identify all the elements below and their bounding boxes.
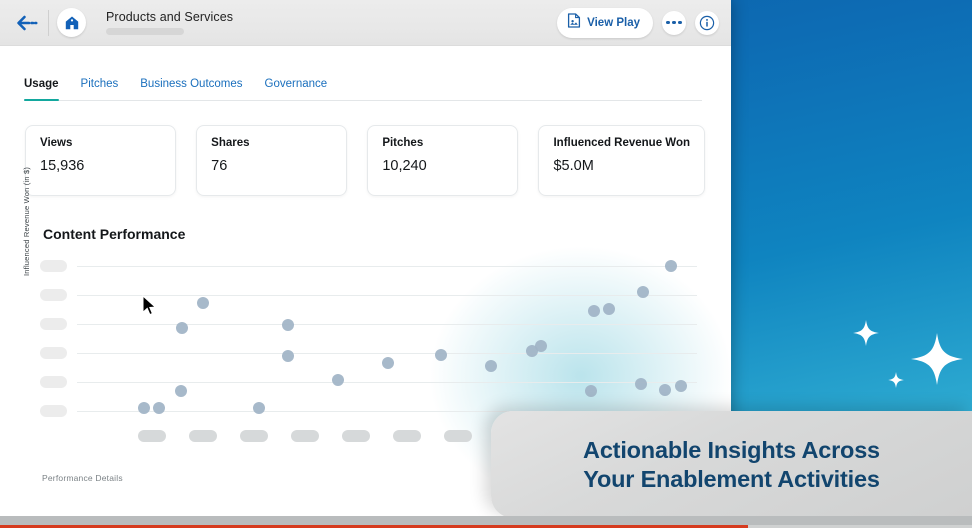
kpi-value: 76 <box>211 158 228 174</box>
y-tick-placeholder <box>40 405 67 417</box>
x-tick-placeholder <box>291 430 319 442</box>
view-play-label: View Play <box>587 16 640 29</box>
toolbar-divider <box>48 9 49 36</box>
mouse-cursor-icon <box>142 294 158 322</box>
x-tick-placeholder <box>444 430 472 442</box>
tab-pitches[interactable]: Pitches <box>81 78 119 95</box>
kpi-card-pitches[interactable]: Pitches 10,240 <box>367 125 519 196</box>
kpi-label: Influenced Revenue Won <box>553 137 690 149</box>
top-toolbar: Products and Services View Play <box>0 0 731 46</box>
scatter-point[interactable] <box>253 402 265 414</box>
scatter-point[interactable] <box>635 378 647 390</box>
sparkle-tiny-icon <box>888 372 904 388</box>
y-axis-label: Influenced Revenue Won (in $) <box>22 166 31 276</box>
kpi-label: Shares <box>211 137 250 149</box>
scatter-point[interactable] <box>435 349 447 361</box>
kpi-card-views[interactable]: Views 15,936 <box>25 125 177 196</box>
scatter-point[interactable] <box>637 286 649 298</box>
y-tick-placeholder <box>40 318 67 330</box>
sparkle-small-icon <box>853 320 879 346</box>
x-tick-placeholder <box>240 430 268 442</box>
performance-details-label: Performance Details <box>42 473 123 483</box>
scatter-point[interactable] <box>535 340 547 352</box>
toolbar-actions: View Play <box>557 7 719 38</box>
tab-usage[interactable]: Usage <box>24 78 59 101</box>
title-block: Products and Services <box>106 10 233 35</box>
view-play-button[interactable]: View Play <box>557 7 653 38</box>
x-tick-placeholder <box>393 430 421 442</box>
scatter-point[interactable] <box>332 374 344 386</box>
more-options-icon[interactable] <box>662 10 686 35</box>
scatter-point[interactable] <box>585 385 597 397</box>
tab-governance[interactable]: Governance <box>265 78 328 95</box>
x-tick-placeholder <box>342 430 370 442</box>
document-icon <box>567 12 581 33</box>
scatter-point[interactable] <box>175 385 187 397</box>
caption-overlay-card: Actionable Insights Across Your Enableme… <box>491 411 972 518</box>
gridline <box>77 295 697 296</box>
caption-text: Actionable Insights Across Your Enableme… <box>583 436 880 493</box>
title-skeleton-placeholder <box>106 28 184 35</box>
home-icon[interactable] <box>57 8 86 37</box>
scatter-point[interactable] <box>382 357 394 369</box>
sparkle-large-icon <box>911 333 963 385</box>
gridline <box>77 382 697 383</box>
gridline <box>77 266 697 267</box>
y-tick-placeholder <box>40 347 67 359</box>
kpi-card-row: Views 15,936 Shares 76 Pitches 10,240 In… <box>25 125 705 196</box>
kpi-value: $5.0M <box>553 158 594 174</box>
y-tick-placeholder <box>40 289 67 301</box>
caption-line-2: Your Enablement Activities <box>583 465 880 492</box>
x-tick-placeholder <box>138 430 166 442</box>
info-icon[interactable] <box>695 10 719 35</box>
kpi-label: Views <box>40 137 73 149</box>
scatter-point[interactable] <box>282 319 294 331</box>
page-title: Products and Services <box>106 10 234 24</box>
scatter-point[interactable] <box>153 402 165 414</box>
scatter-point[interactable] <box>659 384 671 396</box>
scatter-point[interactable] <box>588 305 600 317</box>
tab-business-outcomes[interactable]: Business Outcomes <box>140 78 242 95</box>
scatter-point[interactable] <box>485 360 497 372</box>
kpi-value: 15,936 <box>40 158 85 174</box>
scatter-point[interactable] <box>282 350 294 362</box>
gridline <box>77 324 697 325</box>
scatter-point[interactable] <box>176 322 188 334</box>
chart-title: Content Performance <box>43 226 186 242</box>
caption-line-1: Actionable Insights Across <box>583 436 880 463</box>
y-tick-placeholder <box>40 260 67 272</box>
back-arrow-icon[interactable] <box>10 8 44 38</box>
tab-bar: Usage Pitches Business Outcomes Governan… <box>24 78 702 101</box>
kpi-card-shares[interactable]: Shares 76 <box>196 125 348 196</box>
scatter-point[interactable] <box>675 380 687 392</box>
x-tick-placeholder <box>189 430 217 442</box>
kpi-card-influenced-revenue-won[interactable]: Influenced Revenue Won $5.0M <box>538 125 705 196</box>
scatter-point[interactable] <box>603 303 615 315</box>
scatter-point[interactable] <box>665 260 677 272</box>
scatter-point[interactable] <box>138 402 150 414</box>
scatter-point[interactable] <box>197 297 209 309</box>
kpi-label: Pitches <box>382 137 424 149</box>
kpi-value: 10,240 <box>382 158 427 174</box>
y-tick-placeholder <box>40 376 67 388</box>
gridline <box>77 353 697 354</box>
